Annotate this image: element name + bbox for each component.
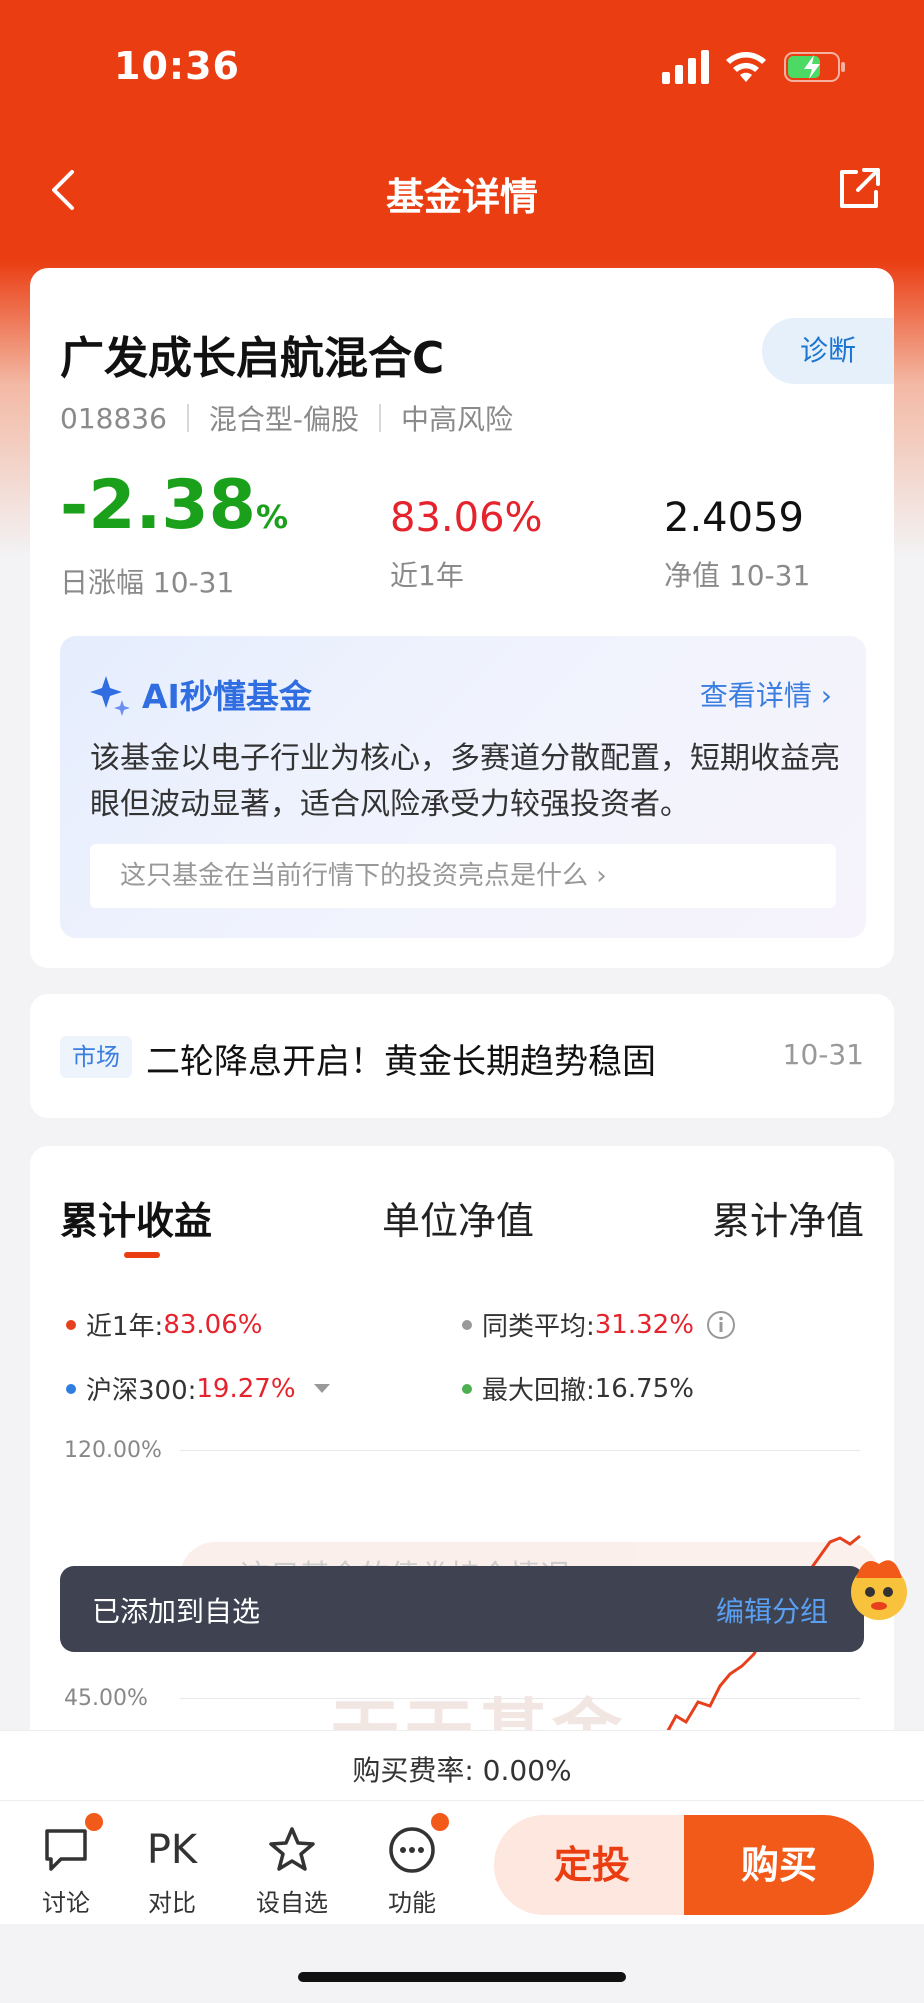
chevron-right-icon: ›	[596, 861, 607, 891]
toast-text: 已添加到自选	[92, 1595, 261, 1628]
one-year-label: 近1年	[390, 559, 464, 592]
news-date: 10-31	[782, 1038, 864, 1071]
nav-label: 净值 10-31	[664, 559, 811, 592]
one-year-value: 83.06%	[390, 495, 543, 541]
fund-meta: 018836 混合型-偏股 中高风险	[60, 398, 513, 438]
discuss-label: 讨论	[42, 1889, 90, 1917]
cellular-signal-icon	[662, 50, 709, 84]
fund-name: 广发成长启航混合C	[60, 333, 445, 384]
sparkle-icon	[90, 676, 130, 716]
compare-button[interactable]: PK 对比	[122, 1823, 222, 1918]
edit-group-link[interactable]: 编辑分组	[716, 1590, 828, 1630]
bottom-toolbar: 讨论 PK 对比 设自选 功能 定投 购买	[0, 1800, 924, 1924]
news-title: 二轮降息开启！黄金长期趋势稳固	[146, 1042, 656, 1082]
divider	[379, 404, 381, 432]
news-tag: 市场	[60, 1036, 132, 1078]
fund-type: 混合型-偏股	[208, 403, 359, 436]
wifi-icon	[726, 52, 766, 82]
functions-label: 功能	[388, 1889, 436, 1917]
ai-summary-text: 该基金以电子行业为核心，多赛道分散配置，短期收益亮眼但波动显著，适合风险承受力较…	[90, 741, 840, 822]
more-dots-icon	[389, 1827, 435, 1873]
auto-invest-button[interactable]: 定投	[494, 1815, 690, 1915]
ai-summary-box: AI秒懂基金 查看详情 › 该基金以电子行业为核心，多赛道分散配置，短期收益亮眼…	[60, 636, 866, 938]
battery-charging-icon	[784, 52, 845, 82]
home-indicator-area	[0, 1924, 924, 2003]
toast-added-to-watchlist: 已添加到自选 编辑分组	[60, 1566, 864, 1652]
ai-question-button[interactable]: 这只基金在当前行情下的投资亮点是什么 ›	[90, 844, 836, 908]
discuss-button[interactable]: 讨论	[16, 1811, 116, 1918]
daily-change-stat: -2.38% 日涨幅 10-31	[60, 468, 288, 601]
fund-code: 018836	[60, 401, 167, 435]
fund-summary-card: 广发成长启航混合C 诊断 018836 混合型-偏股 中高风险 -2.38% 日…	[30, 268, 894, 968]
fee-bar: 购买费率: 0.00%	[0, 1730, 924, 1800]
notification-dot	[83, 1811, 105, 1833]
mascot-icon[interactable]	[844, 1548, 914, 1628]
ai-title: AI秒懂基金	[142, 677, 312, 716]
diagnose-button[interactable]: 诊断	[762, 318, 894, 384]
chat-bubble-icon	[45, 1829, 87, 1871]
nav-bar: 基金详情	[0, 150, 924, 230]
chevron-right-icon: ›	[820, 679, 832, 712]
purchase-fee: 购买费率: 0.00%	[352, 1754, 572, 1787]
star-icon	[269, 1827, 315, 1871]
add-watchlist-button[interactable]: 设自选	[242, 1823, 342, 1918]
notification-dot	[429, 1811, 451, 1833]
nav-stat: 2.4059 净值 10-31	[664, 492, 810, 594]
news-card[interactable]: 市场 二轮降息开启！黄金长期趋势稳固 10-31	[30, 994, 894, 1118]
pk-icon: PK	[146, 1827, 198, 1873]
buy-button[interactable]: 购买	[684, 1815, 874, 1915]
nav-value: 2.4059	[664, 495, 804, 541]
daily-change-value: -2.38%	[60, 466, 289, 545]
watchlist-label: 设自选	[256, 1889, 328, 1917]
home-indicator[interactable]	[298, 1972, 626, 1982]
page-title: 基金详情	[385, 175, 538, 219]
share-icon[interactable]	[834, 164, 884, 214]
divider	[186, 404, 189, 432]
ai-more-link[interactable]: 查看详情 ›	[700, 674, 832, 714]
daily-change-label: 日涨幅 10-31	[60, 566, 235, 599]
status-time: 10:36	[114, 44, 240, 88]
status-bar: 10:36	[0, 0, 924, 130]
functions-button[interactable]: 功能	[362, 1811, 462, 1918]
one-year-stat: 83.06% 近1年	[390, 492, 543, 594]
fund-risk: 中高风险	[401, 403, 514, 436]
compare-label: 对比	[148, 1889, 196, 1917]
